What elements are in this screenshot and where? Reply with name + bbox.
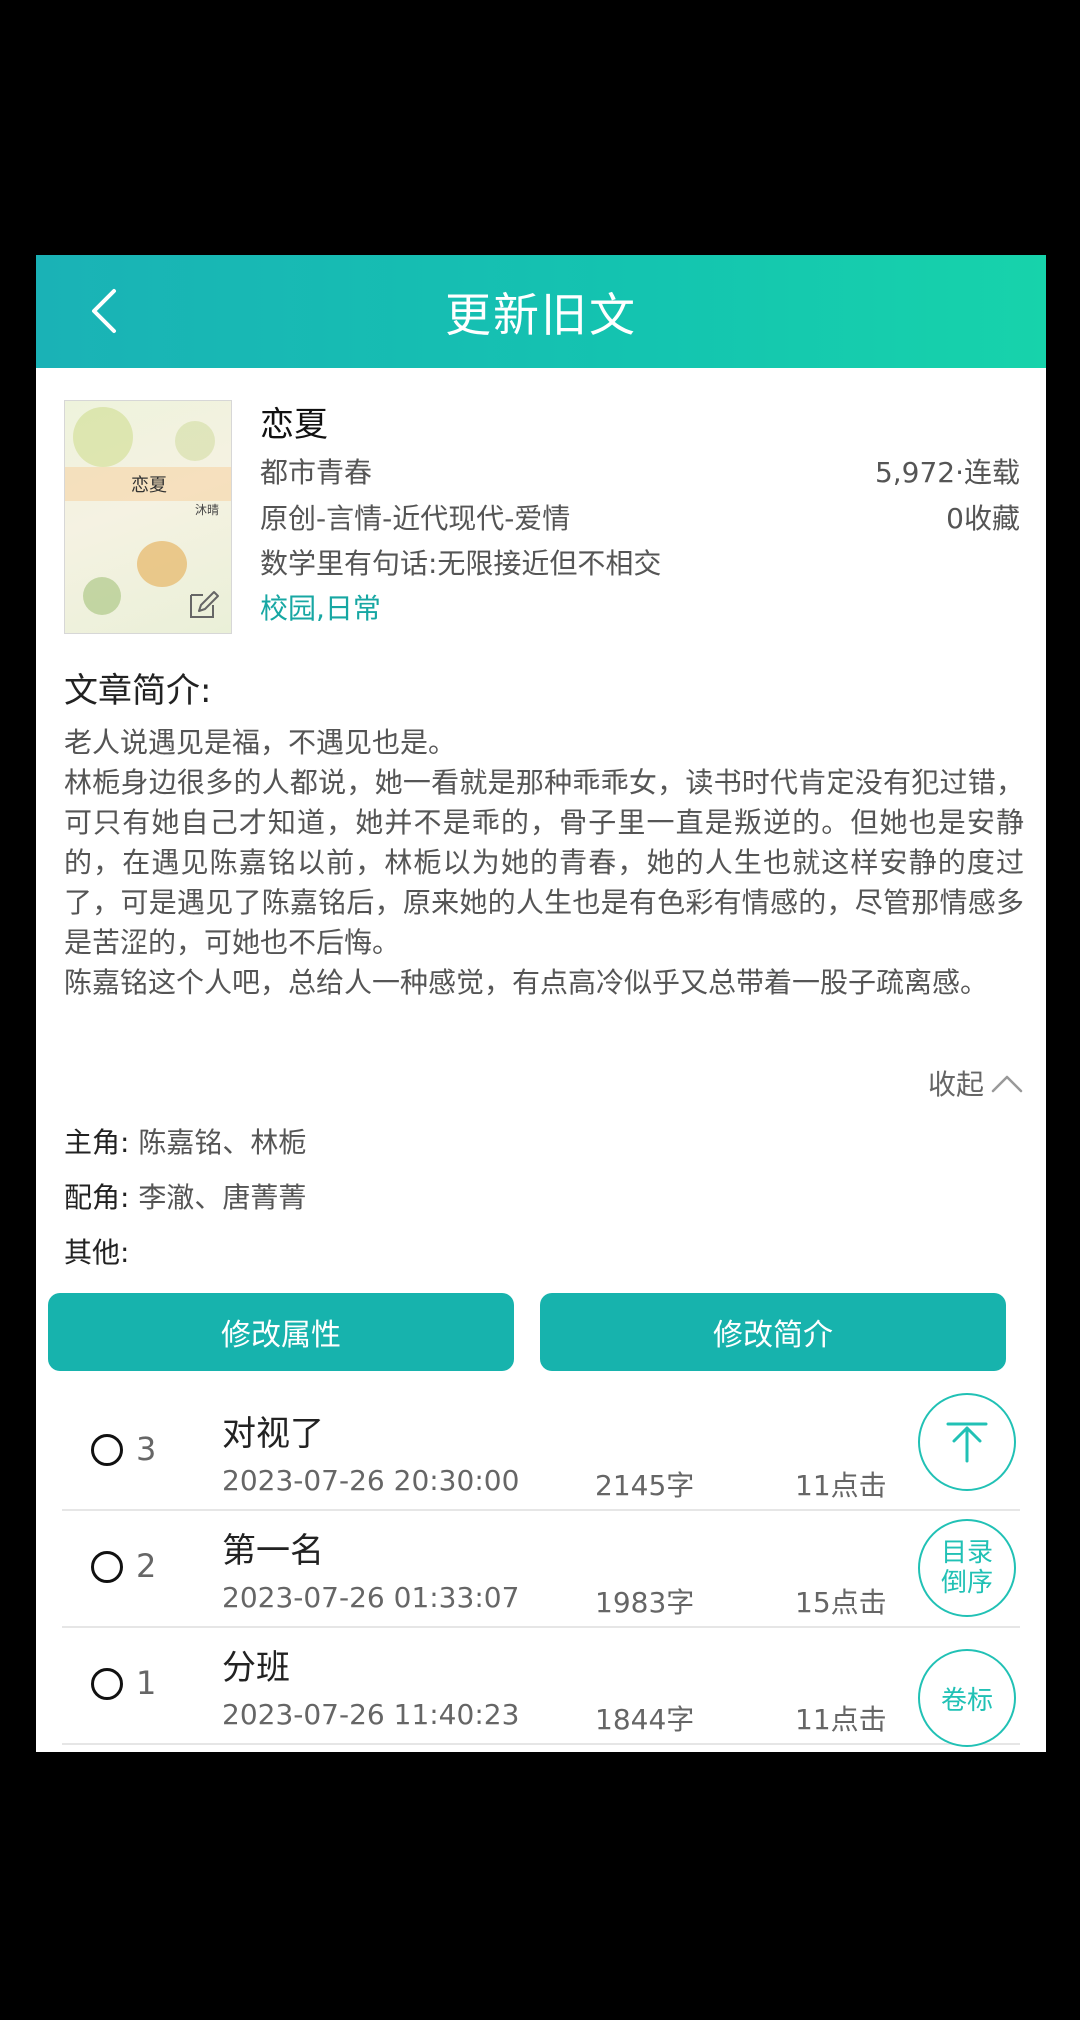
chapter-number: 3	[136, 1430, 157, 1468]
book-tagline: 数学里有句话:无限接近但不相交	[260, 547, 662, 580]
category-row: 原创-言情-近代现代-爱情 0收藏	[260, 496, 1020, 542]
chapter-number: 2	[136, 1547, 157, 1585]
scroll-to-top-button[interactable]	[918, 1393, 1016, 1491]
chapter-title: 第一名	[222, 1531, 324, 1571]
intro-text: 老人说遇见是福，不遇见也是。 林栀身边很多的人都说，她一看就是那种乖乖女，读书时…	[64, 723, 1024, 1003]
chapter-date: 2023-07-26 01:33:07	[222, 1581, 520, 1614]
intro-paragraph: 老人说遇见是福，不遇见也是。	[64, 726, 457, 759]
back-button[interactable]	[76, 283, 132, 339]
cover-title: 恋夏	[131, 475, 167, 496]
other-label: 其他:	[64, 1236, 130, 1269]
collapse-label: 收起	[927, 1068, 984, 1101]
support-names: 李澈、唐菁菁	[138, 1181, 307, 1214]
edit-cover-icon[interactable]	[185, 587, 221, 623]
other-characters: 其他:	[64, 1225, 306, 1280]
chapter-select-radio[interactable]	[91, 1668, 123, 1700]
book-info: 恋夏 沐晴 恋夏 都市青春 5,972·连载 原创-言情-近代现代-爱情 0收藏…	[64, 400, 1046, 640]
supporting-characters: 配角: 李澈、唐菁菁	[64, 1170, 306, 1225]
lead-names: 陈嘉铭、林栀	[138, 1126, 307, 1159]
edit-attributes-button[interactable]: 修改属性	[48, 1293, 514, 1371]
cover-leaf-decoration	[83, 577, 121, 615]
book-cover[interactable]: 恋夏 沐晴	[64, 400, 232, 634]
chapter-select-radio[interactable]	[91, 1551, 123, 1583]
word-count-status: 5,972·连载	[874, 456, 1020, 489]
chapter-title: 分班	[222, 1648, 290, 1688]
chapter-number: 1	[136, 1664, 157, 1702]
intro-heading: 文章简介:	[64, 671, 212, 711]
lead-characters: 主角: 陈嘉铭、林栀	[64, 1115, 306, 1170]
favorites-count: 0收藏	[946, 502, 1020, 535]
book-tags[interactable]: 校园,日常	[260, 586, 1020, 632]
collapse-button[interactable]: 收起	[928, 1063, 1024, 1103]
cover-author: 沐晴	[194, 503, 219, 517]
chapter-row[interactable]: 3 对视了 2023-07-26 20:30:00 2145字 11点击	[62, 1394, 1020, 1511]
lead-label: 主角:	[64, 1126, 130, 1159]
volume-label-button[interactable]: 卷标	[918, 1649, 1016, 1747]
cover-flower-decoration	[175, 421, 215, 461]
genre-row: 都市青春 5,972·连载	[260, 450, 1020, 496]
reverse-order-label-line2: 倒序	[940, 1568, 993, 1598]
edit-intro-button[interactable]: 修改简介	[540, 1293, 1006, 1371]
chapter-word-count: 1983字	[595, 1586, 695, 1619]
cover-flower-decoration	[137, 541, 187, 587]
book-category: 原创-言情-近代现代-爱情	[260, 502, 571, 535]
book-details: 恋夏 都市青春 5,972·连载 原创-言情-近代现代-爱情 0收藏 数学里有句…	[260, 400, 1020, 632]
chapter-date: 2023-07-26 11:40:23	[222, 1698, 520, 1731]
chapter-clicks: 11点击	[795, 1703, 887, 1736]
character-list: 主角: 陈嘉铭、林栀 配角: 李澈、唐菁菁 其他:	[64, 1115, 306, 1280]
page-title: 更新旧文	[445, 287, 637, 342]
reverse-order-label-line1: 目录	[940, 1538, 993, 1568]
chapter-word-count: 1844字	[595, 1703, 695, 1736]
chapter-clicks: 11点击	[795, 1469, 887, 1502]
arrow-to-top-icon	[946, 1422, 988, 1463]
book-name: 恋夏	[260, 405, 328, 445]
reverse-order-button[interactable]: 目录 倒序	[918, 1519, 1016, 1617]
chapter-date: 2023-07-26 20:30:00	[222, 1464, 520, 1497]
chapter-row[interactable]: 2 第一名 2023-07-26 01:33:07 1983字 15点击	[62, 1511, 1020, 1628]
intro-paragraph: 林栀身边很多的人都说，她一看就是那种乖乖女，读书时代肯定没有犯过错，可只有她自己…	[64, 766, 1024, 959]
book-genre: 都市青春	[260, 456, 373, 489]
chapter-row[interactable]: 1 分班 2023-07-26 11:40:23 1844字 11点击	[62, 1628, 1020, 1745]
support-label: 配角:	[64, 1181, 130, 1214]
chevron-up-icon	[991, 1075, 1023, 1093]
intro-paragraph: 陈嘉铭这个人吧，总给人一种感觉，有点高冷似乎又总带着一股子疏离感。	[64, 966, 989, 999]
header-bar: 更新旧文	[36, 255, 1046, 368]
chevron-left-icon	[92, 289, 116, 333]
chapter-select-radio[interactable]	[91, 1434, 123, 1466]
cover-flower-decoration	[73, 407, 133, 467]
chapter-clicks: 15点击	[795, 1586, 887, 1619]
app-screen: 更新旧文 恋夏 沐晴 恋夏 都市青春 5,972·连载 原创-言情-近代现代-爱…	[36, 255, 1046, 1752]
chapter-title: 对视了	[222, 1414, 324, 1454]
chapter-word-count: 2145字	[595, 1469, 695, 1502]
